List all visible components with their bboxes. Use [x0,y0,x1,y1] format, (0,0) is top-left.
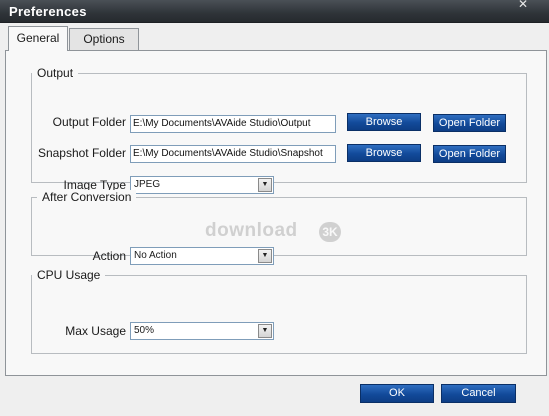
output-folder-field[interactable]: E:\My Documents\AVAide Studio\Output [130,115,336,133]
image-type-value: JPEG [134,179,161,190]
open-output-folder-button[interactable]: Open Folder [433,114,506,132]
watermark-text: download [205,220,298,241]
after-conversion-legend: After Conversion [37,190,137,204]
max-usage-value: 50% [134,325,155,336]
output-folder-label: Output Folder [52,115,126,129]
browse-output-button[interactable]: Browse [347,113,421,131]
cpu-usage-legend: CPU Usage [32,268,106,282]
open-snapshot-folder-button[interactable]: Open Folder [433,145,506,163]
action-select[interactable]: No Action ▼ [130,247,274,265]
output-legend: Output [32,66,79,80]
ok-button[interactable]: OK [360,384,434,403]
window-title: Preferences [9,4,87,19]
cancel-button[interactable]: Cancel [441,384,516,403]
action-label: Action [92,249,126,263]
dialog-body: General Options Output Output Folder E:\… [0,23,549,416]
chevron-down-icon[interactable]: ▼ [258,178,272,192]
watermark-badge: 3K [319,222,341,242]
close-icon[interactable]: ✕ [514,0,532,10]
cpu-usage-group: CPU Usage [31,268,527,354]
max-usage-label: Max Usage [65,324,126,338]
image-type-select[interactable]: JPEG ▼ [130,176,274,194]
chevron-down-icon[interactable]: ▼ [258,324,272,338]
snapshot-folder-field[interactable]: E:\My Documents\AVAide Studio\Snapshot [130,145,336,163]
general-panel: Output Output Folder E:\My Documents\AVA… [5,50,547,376]
max-usage-select[interactable]: 50% ▼ [130,322,274,340]
chevron-down-icon[interactable]: ▼ [258,249,272,263]
tab-options[interactable]: Options [69,28,139,50]
snapshot-folder-label: Snapshot Folder [37,146,126,160]
browse-snapshot-button[interactable]: Browse [347,144,421,162]
action-value: No Action [134,250,177,261]
title-bar: Preferences ✕ [0,0,549,23]
tab-general[interactable]: General [8,26,68,51]
